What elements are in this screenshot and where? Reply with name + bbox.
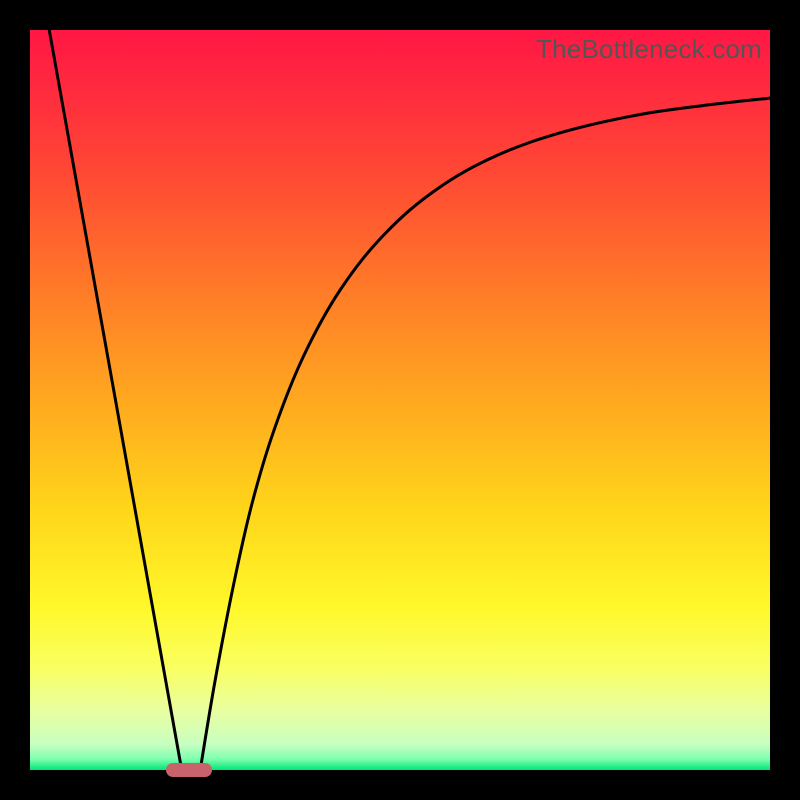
chart-curve-layer [30, 30, 770, 770]
curve-left-segment [49, 30, 181, 770]
curve-right-segment [200, 98, 770, 770]
bottleneck-marker [166, 763, 212, 777]
plot-area: TheBottleneck.com [30, 30, 770, 770]
